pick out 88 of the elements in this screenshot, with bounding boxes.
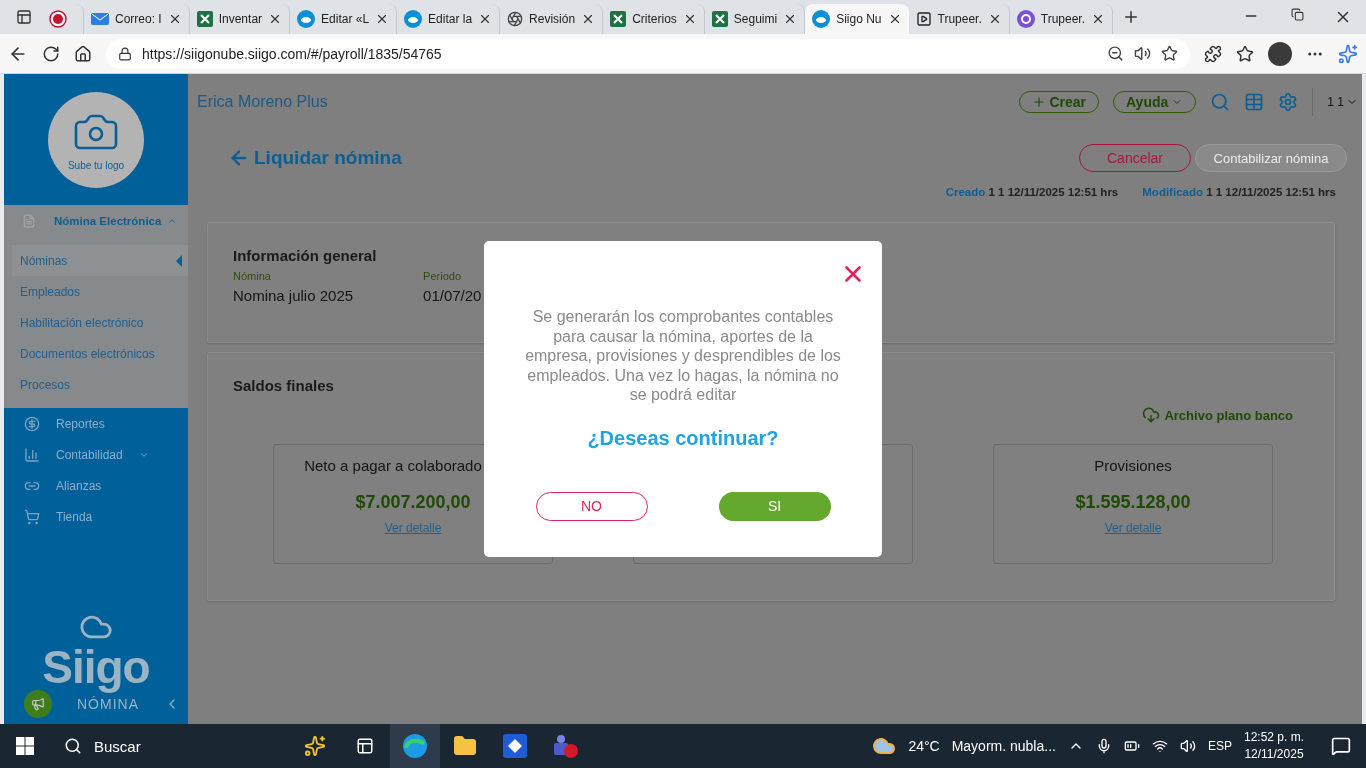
wifi-icon[interactable] bbox=[1151, 738, 1168, 754]
favorite-icon[interactable] bbox=[1161, 45, 1178, 62]
summary-title: Neto a pagar a colaborado bbox=[304, 457, 482, 474]
lock-icon bbox=[118, 46, 132, 61]
bank-file-link[interactable]: Archivo plano banco bbox=[1142, 406, 1293, 424]
temperature: 24°C bbox=[908, 738, 940, 754]
summary-amount: $1.595.128,00 bbox=[1075, 492, 1191, 513]
summary-amount: $7.007.200,00 bbox=[355, 492, 471, 513]
detail-link[interactable]: Ver detalle bbox=[1104, 521, 1162, 535]
address-field[interactable]: https://siigonube.siigo.com/#/payroll/1835/54765 bbox=[106, 38, 1190, 69]
field-label: Periodo bbox=[423, 270, 462, 282]
menu-item[interactable]: Reportes bbox=[4, 408, 188, 439]
aperture-icon bbox=[507, 11, 524, 27]
teams-icon[interactable] bbox=[551, 733, 579, 759]
caret-icon bbox=[176, 254, 182, 267]
dialog-message: Se generarán los comprobantes contables para causar la nómina, aportes de la empresa, provisiones y desprendibles de los empleados. Una vez lo hagas, la nómina no se podrá editar bbox=[524, 307, 842, 405]
play-icon bbox=[915, 11, 932, 27]
spreadsheet-icon bbox=[610, 11, 627, 27]
menu-section[interactable]: Nómina Electrónica bbox=[4, 211, 188, 245]
dialog-question: ¿Deseas continuar? bbox=[587, 426, 779, 450]
yes-button[interactable]: SI bbox=[718, 491, 831, 521]
clock[interactable]: 12:52 p. m. 12/11/2025 bbox=[1243, 729, 1304, 763]
extensions-icon[interactable] bbox=[1204, 44, 1222, 63]
logo-upload[interactable]: Sube tu logo bbox=[48, 91, 144, 188]
menu-label: Contabilidad bbox=[56, 447, 123, 462]
search-icon bbox=[64, 737, 82, 755]
battery-icon[interactable] bbox=[1123, 738, 1140, 754]
volume-icon[interactable] bbox=[1179, 738, 1196, 754]
cloud-logo-icon bbox=[812, 10, 831, 28]
spreadsheet-icon bbox=[711, 11, 728, 27]
record-icon bbox=[49, 10, 67, 28]
notifications-icon[interactable] bbox=[1331, 736, 1351, 756]
field-value: 01/07/20 bbox=[423, 287, 482, 304]
sparkle-icon bbox=[304, 735, 326, 757]
mail-icon bbox=[91, 11, 109, 27]
restore-icon[interactable] bbox=[1290, 8, 1304, 21]
menu-label: Reportes bbox=[56, 416, 105, 431]
task-view-icon[interactable] bbox=[356, 737, 374, 755]
no-button[interactable]: NO bbox=[535, 491, 648, 521]
document-icon bbox=[22, 214, 36, 228]
avatar[interactable] bbox=[1268, 41, 1292, 66]
user-menu[interactable]: 1 1 bbox=[1327, 95, 1358, 109]
reload-icon[interactable] bbox=[42, 44, 60, 63]
field-label: Nómina bbox=[233, 270, 272, 282]
summary-title: Provisiones bbox=[1094, 457, 1172, 474]
menu-item[interactable]: Alianzas bbox=[4, 470, 188, 501]
favorites-icon[interactable] bbox=[1236, 44, 1254, 63]
cloud-logo-icon bbox=[404, 10, 423, 28]
diamond-app-icon[interactable] bbox=[503, 734, 527, 758]
menu-item[interactable]: Tienda bbox=[4, 501, 188, 532]
cloud-logo-icon bbox=[297, 10, 316, 28]
chevron-icon bbox=[167, 216, 178, 226]
tab-actions-icon[interactable] bbox=[16, 9, 32, 25]
ring-icon bbox=[1016, 10, 1035, 28]
taskbar-search[interactable]: Buscar bbox=[50, 724, 340, 768]
home-icon[interactable] bbox=[74, 44, 92, 63]
zoom-out-icon[interactable] bbox=[1107, 45, 1124, 62]
cart-icon bbox=[24, 508, 40, 525]
field-value: Nomina julio 2025 bbox=[233, 287, 354, 304]
menu-item[interactable]: Contabilidad bbox=[4, 439, 188, 470]
submenu-item[interactable]: Documentos electrónicos bbox=[12, 338, 188, 369]
megaphone-icon bbox=[31, 697, 45, 711]
weather-text: Mayorm. nubla... bbox=[951, 738, 1056, 754]
menu-label: Tienda bbox=[56, 509, 93, 524]
company-name: Erica Moreno Plus bbox=[197, 93, 328, 111]
card-title: Información general bbox=[233, 247, 378, 264]
detail-link[interactable]: Ver detalle bbox=[384, 521, 442, 535]
start-icon[interactable] bbox=[16, 737, 34, 755]
folder-icon[interactable] bbox=[453, 734, 477, 758]
cloud-download-icon bbox=[1142, 406, 1161, 424]
submenu-item[interactable]: Procesos bbox=[12, 369, 188, 400]
back-title[interactable]: Liquidar nómina bbox=[228, 147, 402, 169]
dollar-icon bbox=[24, 415, 40, 432]
language[interactable]: ESP bbox=[1207, 739, 1232, 753]
browser-icon[interactable] bbox=[402, 733, 428, 759]
submenu-item[interactable]: Empleados bbox=[12, 276, 188, 307]
ledger-icon bbox=[24, 446, 40, 463]
spreadsheet-icon bbox=[196, 11, 213, 27]
modified-info: Modificado 1 1 12/11/2025 12:51 hrs bbox=[1142, 186, 1336, 200]
submenu-item[interactable]: Nóminas bbox=[12, 245, 188, 276]
menu-label: Alianzas bbox=[56, 478, 102, 493]
read-aloud-icon[interactable] bbox=[1134, 45, 1151, 62]
submenu-item[interactable]: Habilitación electrónico bbox=[12, 307, 188, 338]
browser-tab[interactable]: Siigo Nu bbox=[805, 4, 909, 34]
created-info: Creado 1 1 12/11/2025 12:51 hrs bbox=[945, 186, 1119, 200]
brand-subtitle: NÓMINA bbox=[77, 696, 139, 712]
sparkle-icon[interactable] bbox=[1338, 43, 1358, 64]
plus-icon bbox=[1032, 95, 1047, 109]
